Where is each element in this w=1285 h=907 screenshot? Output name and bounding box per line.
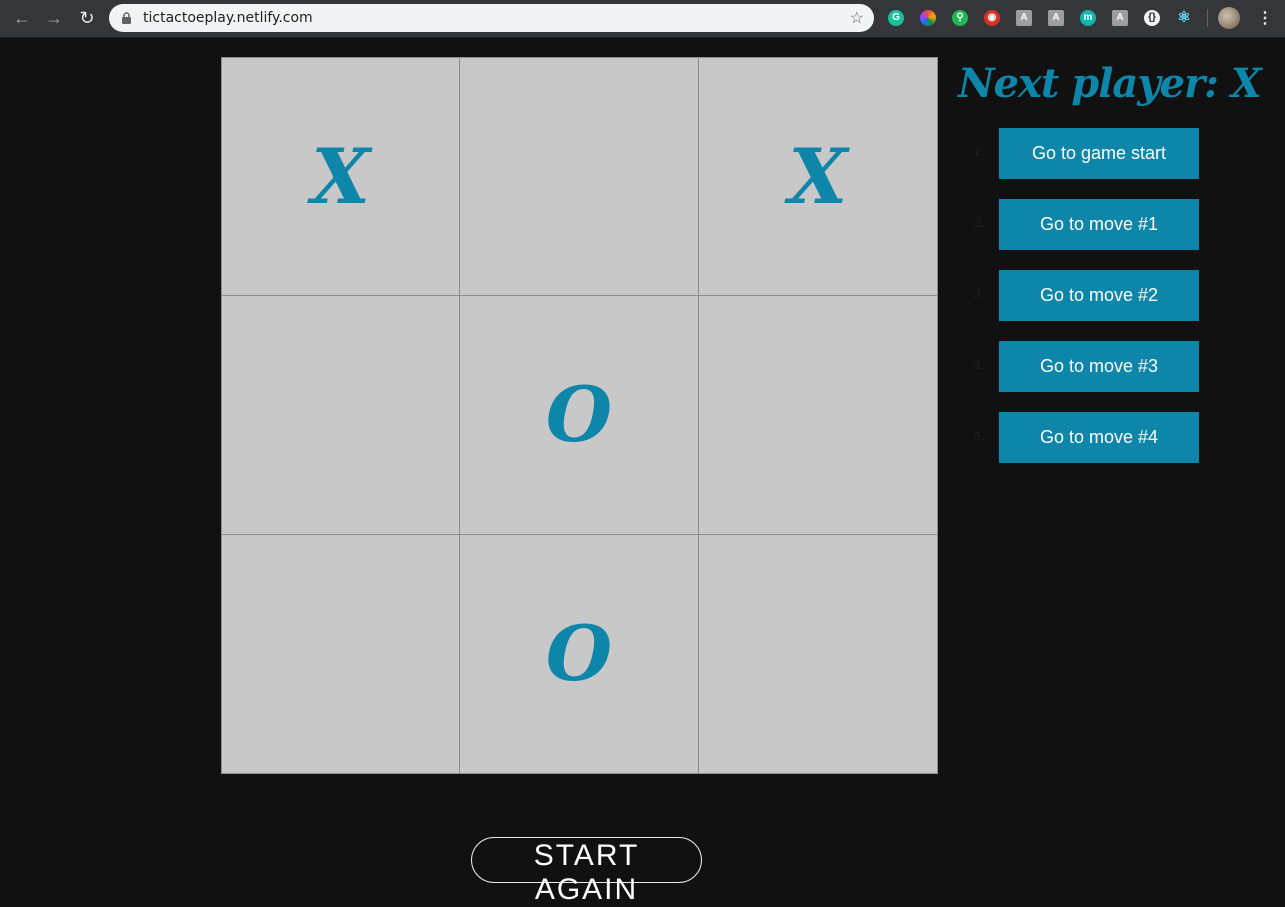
profile-avatar[interactable]: [1218, 7, 1240, 29]
font-a-icon-3[interactable]: A: [1112, 10, 1128, 26]
board-square-4[interactable]: [222, 296, 461, 535]
bookmark-star-icon[interactable]: ☆: [850, 8, 864, 28]
board-square-7[interactable]: [222, 534, 461, 773]
go-to-move-1-button[interactable]: Go to move #1: [999, 199, 1199, 250]
reload-icon[interactable]: ↻: [76, 8, 98, 28]
go-to-move-4-button[interactable]: Go to move #4: [999, 412, 1199, 463]
move-number: 4.: [974, 359, 985, 372]
board-square-6[interactable]: [698, 296, 937, 535]
react-icon[interactable]: ⚛: [1176, 10, 1192, 26]
start-again-button[interactable]: START AGAIN: [471, 837, 702, 906]
grammarly-icon[interactable]: G: [888, 10, 904, 26]
board-square-1[interactable]: X: [222, 58, 461, 297]
move-number: 5.: [974, 430, 985, 443]
board-square-5[interactable]: O: [460, 296, 699, 535]
board-square-8[interactable]: O: [460, 534, 699, 773]
green-extension-icon[interactable]: ⚲: [952, 10, 968, 26]
url-text: tictactoeplay.netlify.com: [143, 10, 313, 26]
forward-arrow-icon[interactable]: →: [43, 8, 65, 28]
lock-icon: [122, 12, 131, 24]
address-bar[interactable]: tictactoeplay.netlify.com ☆: [109, 4, 874, 32]
board-square-2[interactable]: [460, 58, 699, 297]
move-number: 3.: [974, 288, 985, 301]
teal-m-icon[interactable]: m: [1080, 10, 1096, 26]
move-number: 2.: [974, 217, 985, 230]
red-circle-icon[interactable]: ◉: [984, 10, 1000, 26]
board-square-3[interactable]: X: [698, 58, 937, 297]
go-to-move-2-button[interactable]: Go to move #2: [999, 270, 1199, 321]
go-to-game-start-button[interactable]: Go to game start: [999, 128, 1199, 179]
color-wheel-icon[interactable]: [920, 10, 936, 26]
font-a-icon-2[interactable]: A: [1048, 10, 1064, 26]
browser-toolbar: ← → ↻ tictactoeplay.netlify.com ☆ G ⚲ ◉ A Am…: [0, 0, 1285, 38]
go-to-move-3-button[interactable]: Go to move #3: [999, 341, 1199, 392]
back-arrow-icon[interactable]: ←: [11, 8, 33, 28]
move-number: 1.: [974, 146, 985, 159]
board-square-9[interactable]: [698, 534, 937, 773]
kebab-menu-icon[interactable]: ⋮: [1257, 8, 1273, 28]
game-status: Next player: X: [958, 60, 1262, 107]
toolbar-separator: [1207, 9, 1208, 27]
devtools-icon[interactable]: {}: [1144, 10, 1160, 26]
game-board: X X O O: [221, 57, 938, 774]
font-a-icon[interactable]: A: [1016, 10, 1032, 26]
